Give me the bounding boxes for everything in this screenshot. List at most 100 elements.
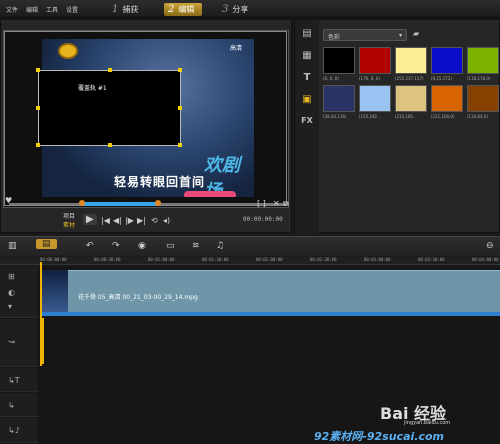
clip-audio-bar — [40, 312, 500, 316]
next-frame-icon[interactable]: |▶ — [125, 216, 134, 225]
ruler-tick-label: 00:03:30:00 — [418, 257, 445, 262]
step-number: 2 — [168, 4, 175, 15]
clip-thumbnail — [40, 270, 68, 312]
trim-range[interactable] — [81, 202, 159, 206]
film-icon: ⊞ — [8, 272, 15, 281]
resize-handle[interactable] — [36, 106, 40, 110]
step-label: 分享 — [232, 5, 249, 14]
watermark-url: jingyan.baidu.com — [404, 420, 451, 426]
step-capture[interactable]: 1 捕获 — [112, 3, 138, 16]
color-swatch[interactable] — [359, 85, 391, 112]
step-edit[interactable]: 2 编辑 — [164, 3, 203, 16]
swatch-label: (215,185... — [395, 114, 417, 119]
resize-handle[interactable] — [178, 143, 182, 147]
color-swatch[interactable] — [431, 85, 463, 112]
mix-icon[interactable]: ▭ — [166, 241, 175, 251]
close-icon[interactable]: ✕ — [273, 199, 280, 208]
timeline-view-icon[interactable]: ▤ — [36, 239, 57, 249]
undo-icon[interactable]: ↶ — [86, 241, 94, 251]
play-button[interactable]: ▶ — [83, 214, 97, 225]
step-share[interactable]: 3 分享 — [222, 3, 248, 16]
redo-icon[interactable]: ↷ — [112, 241, 120, 251]
track-visibility-icon[interactable]: ◐ — [8, 288, 15, 297]
clip-mode-label[interactable]: 素材 — [63, 220, 75, 229]
site-watermark: 92素材网-92sucai.com — [314, 430, 444, 443]
title-icon[interactable]: T — [299, 72, 315, 88]
record-capture-icon[interactable]: ◉ — [138, 241, 146, 251]
dropdown-value: 色彩 — [328, 34, 341, 41]
color-swatch[interactable] — [359, 47, 391, 74]
ruler-tick-label: 00:01:00:00 — [148, 257, 175, 262]
ruler-tick-label: 00:02:00:00 — [256, 257, 283, 262]
title-track-icon[interactable]: ↳T — [8, 376, 20, 385]
media-icon[interactable]: ▤ — [299, 28, 315, 44]
voice-track-icon[interactable]: ↳ — [8, 401, 15, 410]
timecode-display[interactable]: 00:00:00:00 — [243, 216, 283, 223]
title-track-header: ↳T — [0, 368, 38, 392]
swatch-label: (134,64,0) — [467, 114, 488, 119]
playhead[interactable] — [40, 262, 42, 366]
swatch-label: (221,100,0) — [431, 114, 455, 119]
preview-panel: 高清 欢剧场 轻易转眼回首间 覆盖轨 #1 ♥ [ ] ✕ ⧉ 项目 素材 ▶ … — [0, 19, 292, 233]
repeat-icon[interactable]: ⟲ — [151, 216, 158, 225]
ruler-tick-label: 00:03:00:00 — [364, 257, 391, 262]
crop-icon[interactable]: [ ] — [257, 199, 266, 208]
color-swatch[interactable] — [323, 85, 355, 112]
resize-handle[interactable] — [36, 143, 40, 147]
preview-screen[interactable]: 高清 欢剧场 轻易转眼回首间 覆盖轨 #1 — [3, 30, 289, 208]
copy-icon[interactable]: ⧉ — [283, 199, 289, 209]
color-swatch[interactable] — [323, 47, 355, 74]
link-icon[interactable]: ↝ — [8, 337, 15, 346]
project-mode-label[interactable]: 项目 — [63, 211, 75, 220]
end-icon[interactable]: ▶| — [137, 216, 146, 225]
swatch-label: (155,192... — [359, 114, 381, 119]
swatch-label: (9,15,172) — [431, 76, 452, 81]
storyboard-view-icon[interactable]: ▥ — [8, 241, 17, 251]
color-swatch[interactable] — [395, 47, 427, 74]
menu-edit[interactable]: 编辑 — [26, 5, 38, 14]
mark-in-handle[interactable] — [79, 200, 85, 206]
ruler-tick-label: 00:00:30:00 — [94, 257, 121, 262]
filter-fx-icon[interactable]: FX — [299, 116, 315, 132]
swatch-label: (118,178,0) — [467, 76, 491, 81]
color-swatch[interactable] — [467, 47, 499, 74]
music-track-header: ↳♪ — [0, 418, 38, 443]
resize-handle[interactable] — [178, 68, 182, 72]
color-swatch[interactable] — [395, 85, 427, 112]
step-label: 捕获 — [122, 5, 139, 14]
home-icon[interactable]: |◀ — [101, 216, 110, 225]
library-toolbar: ▤ ▦ T ▣ FX — [295, 20, 319, 234]
time-ruler[interactable]: 00:00:00:00 00:00:30:00 00:01:00:00 00:01:3… — [0, 257, 500, 265]
chevron-down-icon: ▾ — [398, 32, 402, 39]
swatch-label: (0, 0, 0) — [323, 76, 339, 81]
volume-icon[interactable]: ◂) — [163, 216, 170, 225]
resize-handle[interactable] — [108, 68, 112, 72]
menu-file[interactable]: 文件 — [6, 5, 18, 14]
library-panel: ▤ ▦ T ▣ FX 色彩 ▾ ▰ (0, 0, 0) (176, 0, 0) (2… — [294, 19, 500, 234]
overlay-clip-box[interactable] — [36, 68, 182, 147]
graphics-icon[interactable]: ▣ — [299, 94, 315, 110]
chevron-down-icon[interactable]: ▾ — [8, 302, 12, 311]
swatch-label: (38,44,116) — [323, 114, 347, 119]
voice-track-header: ↳ — [0, 393, 38, 417]
auto-music-icon[interactable]: ♫ — [216, 241, 224, 251]
transition-icon[interactable]: ▦ — [299, 50, 315, 66]
prev-frame-icon[interactable]: ◀| — [113, 216, 122, 225]
resize-handle[interactable] — [108, 143, 112, 147]
color-swatch[interactable] — [431, 47, 463, 74]
resize-handle[interactable] — [178, 106, 182, 110]
ruler-tick-label: 00:02:30:00 — [310, 257, 337, 262]
timeline-toolbar: ▥ ▤ ↶ ↷ ◉ ▭ ≋ ♫ ⊖ — [0, 236, 500, 256]
category-dropdown[interactable]: 色彩 ▾ — [323, 29, 407, 41]
menu-tools[interactable]: 工具 — [46, 5, 58, 14]
audio-wave-icon[interactable]: ≋ — [192, 241, 200, 251]
color-swatch[interactable] — [467, 85, 499, 112]
menu-settings[interactable]: 设置 — [66, 5, 78, 14]
zoom-icon[interactable]: ⊖ — [486, 241, 494, 251]
folder-icon[interactable]: ▰ — [413, 29, 419, 38]
music-track-icon[interactable]: ↳♪ — [8, 426, 20, 435]
overlay-track-label: 覆盖轨 #1 — [78, 85, 107, 92]
step-number: 1 — [112, 4, 119, 15]
mark-out-handle[interactable] — [155, 200, 161, 206]
resize-handle[interactable] — [36, 68, 40, 72]
